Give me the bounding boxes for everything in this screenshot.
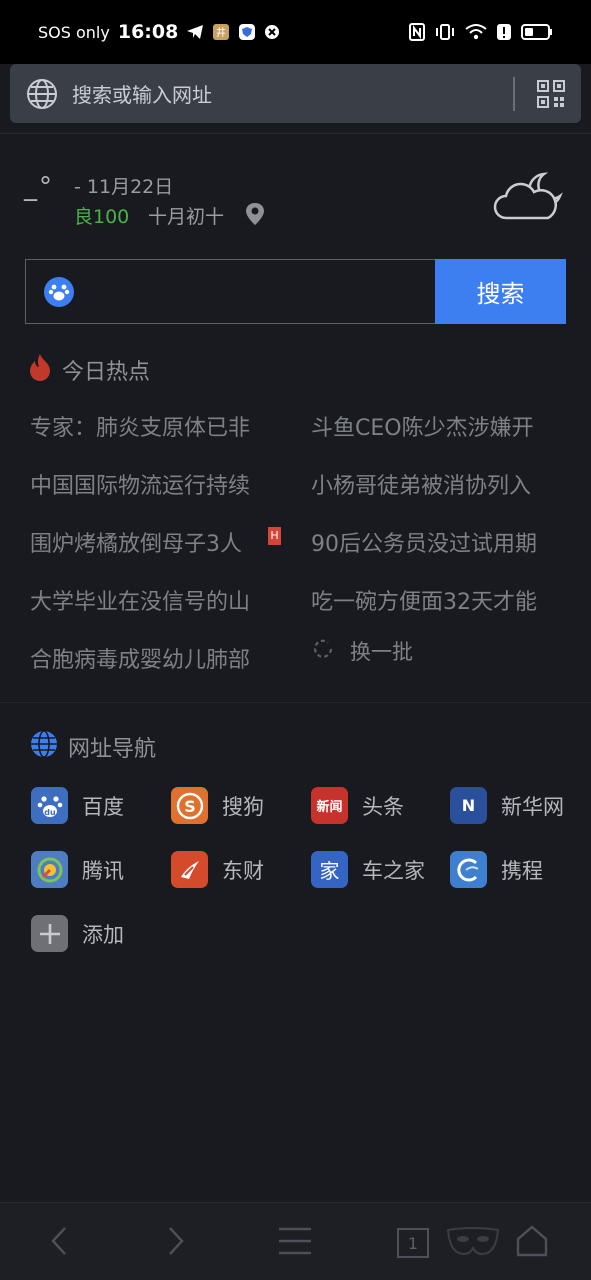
news-item[interactable]: 斗鱼CEO陈少杰涉嫌开: [311, 410, 571, 442]
back-button[interactable]: [37, 1221, 81, 1265]
nfc-icon: [409, 23, 425, 41]
hot-news-header: 今日热点: [28, 353, 150, 387]
wifi-icon: [465, 23, 487, 41]
flame-icon: [28, 353, 52, 387]
hot-badge: H: [268, 527, 281, 545]
site-label: 搜狗: [222, 794, 264, 819]
site-ctrip[interactable]: 携程: [450, 851, 543, 888]
svg-text:井: 井: [216, 26, 226, 39]
baidu-paw-icon: [44, 276, 74, 307]
autohome-icon: 家: [311, 851, 348, 888]
xinhua-icon: N: [450, 787, 487, 824]
temperature: _°: [24, 172, 54, 202]
sogou-icon: S: [171, 787, 208, 824]
news-item[interactable]: 专家：肺炎支原体已非: [30, 410, 280, 442]
news-item[interactable]: 围炉烤橘放倒母子3人: [30, 526, 270, 558]
site-tencent[interactable]: 腾讯: [31, 851, 124, 888]
menu-icon: [277, 1226, 313, 1260]
site-label: 东财: [222, 858, 264, 883]
news-item[interactable]: 大学毕业在没信号的山: [30, 584, 280, 616]
add-site-button[interactable]: 添加: [31, 915, 124, 952]
eastmoney-icon: [171, 851, 208, 888]
vibrate-icon: [435, 23, 455, 41]
site-baidu[interactable]: du 百度: [31, 787, 124, 824]
home-button[interactable]: [510, 1221, 554, 1265]
alert-icon: [497, 23, 511, 41]
site-label: 携程: [501, 858, 543, 883]
nav-header: 网址导航: [30, 730, 156, 764]
svg-text:du: du: [44, 808, 56, 817]
carrier-text: SOS only: [38, 22, 110, 42]
section-divider: [0, 702, 591, 703]
app-notification-icon: 井: [212, 23, 230, 41]
add-icon: [31, 915, 68, 952]
lunar-date: 十月初十: [148, 206, 225, 228]
battery-icon: [521, 23, 553, 41]
site-label: 添加: [82, 922, 124, 947]
site-sogou[interactable]: S 搜狗: [171, 787, 264, 824]
shield-icon: [238, 23, 256, 41]
weather-widget[interactable]: _° - 11月22日 良100 十月初十: [24, 168, 564, 232]
qr-scan-icon[interactable]: [537, 79, 565, 108]
incognito-button[interactable]: [446, 1221, 500, 1265]
tencent-icon: [31, 851, 68, 888]
site-label: 车之家: [362, 858, 425, 883]
address-bar[interactable]: 搜索或输入网址: [10, 64, 581, 123]
address-placeholder: 搜索或输入网址: [72, 83, 212, 107]
site-eastmoney[interactable]: 东财: [171, 851, 264, 888]
status-bar: SOS only 16:08 井: [0, 0, 591, 64]
baidu-icon: du: [31, 787, 68, 824]
address-bar-container: 搜索或输入网址: [0, 64, 591, 134]
refresh-label: 换一批: [350, 640, 413, 664]
bottom-toolbar: 1: [0, 1202, 591, 1280]
search-box: 搜索: [25, 259, 566, 324]
site-toutiao[interactable]: 新闻 头条: [311, 787, 404, 824]
news-item[interactable]: 90后公务员没过试用期: [311, 526, 571, 558]
forward-button[interactable]: [154, 1221, 198, 1265]
search-input[interactable]: [26, 260, 435, 323]
date: - 11月22日: [74, 176, 174, 198]
chevron-left-icon: [49, 1226, 69, 1260]
menu-button[interactable]: [273, 1221, 317, 1265]
site-autohome[interactable]: 家 车之家: [311, 851, 425, 888]
refresh-icon: [312, 638, 334, 665]
news-item[interactable]: 小杨哥徒弟被消协列入: [311, 468, 571, 500]
location-pin-icon[interactable]: [244, 202, 266, 230]
air-quality: 良100: [74, 206, 130, 228]
site-label: 腾讯: [82, 858, 124, 883]
hot-news-title: 今日热点: [62, 360, 151, 385]
mask-icon: [446, 1224, 500, 1262]
cloudy-night-icon: [492, 170, 564, 226]
news-item[interactable]: 中国国际物流运行持续: [30, 468, 280, 500]
nav-title: 网址导航: [68, 737, 157, 762]
globe-icon: [30, 730, 58, 764]
site-label: 头条: [362, 794, 404, 819]
ctrip-icon: [450, 851, 487, 888]
news-item[interactable]: 吃一碗方便面32天才能: [311, 584, 571, 616]
home-icon: [515, 1224, 549, 1262]
globe-icon: [26, 78, 58, 110]
chevron-right-icon: [166, 1226, 186, 1260]
tabs-button[interactable]: 1: [391, 1221, 435, 1265]
telegram-icon: [186, 24, 204, 40]
divider: [513, 76, 515, 111]
news-item[interactable]: 合胞病毒成婴幼儿肺部: [30, 642, 280, 674]
close-circle-icon: [264, 24, 280, 40]
site-label: 百度: [82, 794, 124, 819]
site-label: 新华网: [501, 794, 564, 819]
search-button[interactable]: 搜索: [435, 259, 566, 324]
clock: 16:08: [117, 21, 179, 43]
site-xinhua[interactable]: N 新华网: [450, 787, 564, 824]
svg-text:S: S: [184, 797, 196, 816]
refresh-button[interactable]: 换一批: [312, 636, 413, 666]
tab-count: 1: [397, 1228, 429, 1258]
toutiao-icon: 新闻: [311, 787, 348, 824]
